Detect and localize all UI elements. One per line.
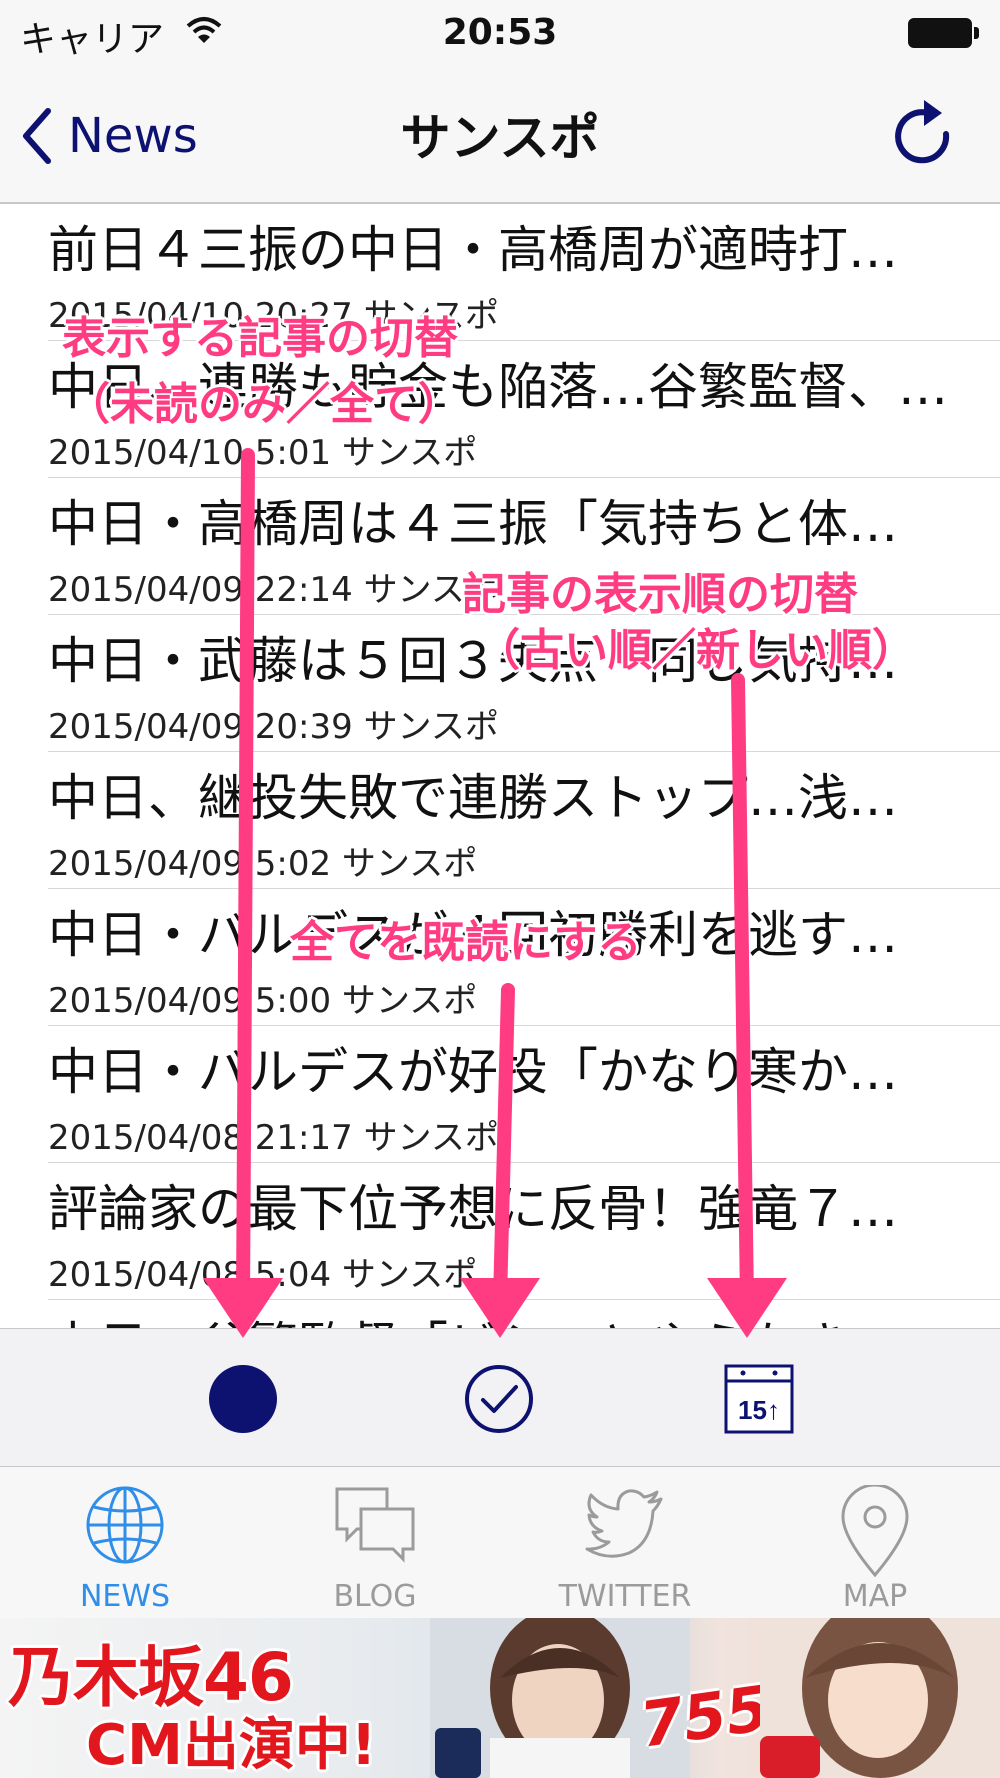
article-title: 中日・谷繁監督「ビシッとやらなき… <box>48 1316 948 1328</box>
refresh-icon <box>895 100 950 164</box>
tab-blog[interactable]: BLOG <box>250 1467 500 1619</box>
tab-label: MAP <box>842 1579 908 1614</box>
article-meta: 2015/04/10 5:01 サンスポ <box>48 433 478 473</box>
tab-label: TWITTER <box>558 1579 692 1614</box>
navigation-bar: News サンスポ <box>0 68 1000 204</box>
calendar-icon: 15↑ <box>724 1364 794 1434</box>
annotation-mark-read: 全てを既読にする <box>290 917 642 968</box>
annotation-sort-line2: （古い順／新しい順） <box>476 625 916 676</box>
tab-bar: NEWS BLOG TWITTER MAP <box>0 1466 1000 1619</box>
article-title: 中日・バルデスが好投「かなり寒か… <box>48 1043 898 1101</box>
ad-photo-person-2 <box>760 1618 1000 1778</box>
tab-news[interactable]: NEWS <box>0 1467 250 1619</box>
article-title: 中日、継投失敗で連勝ストップ…浅… <box>48 769 898 827</box>
check-circle-icon <box>465 1365 533 1433</box>
article-meta: 2015/04/09 20:39 サンスポ <box>48 707 499 747</box>
article-title: 中日・高橋周は４三振「気持ちと体… <box>48 495 898 553</box>
list-item[interactable]: 中日・谷繁監督「ビシッとやらなき… <box>48 1300 1000 1328</box>
toolbar: 15↑ <box>0 1328 1000 1467</box>
calendar-day-label: 15↑ <box>738 1395 780 1425</box>
clock: 20:53 <box>442 12 558 53</box>
article-meta: 2015/04/09 5:00 サンスポ <box>48 981 478 1021</box>
map-pin-icon <box>841 1485 909 1577</box>
chat-bubbles-icon <box>335 1487 415 1563</box>
status-bar: キャリア 20:53 <box>0 0 1000 68</box>
page-title: サンスポ <box>400 109 600 167</box>
globe-icon <box>86 1486 164 1564</box>
annotation-toggle-line1: 表示する記事の切替 <box>62 313 458 364</box>
article-title: 前日４三振の中日・高橋周が適時打… <box>48 221 898 279</box>
tab-twitter[interactable]: TWITTER <box>500 1467 750 1619</box>
list-item[interactable]: 評論家の最下位予想に反骨！強竜７… 2015/04/08 5:04 サンスポ <box>48 1163 1000 1300</box>
ad-banner[interactable]: 755 乃木坂46 CM出演中! <box>0 1618 1000 1778</box>
annotation-toggle-line2: （未読のみ／全て） <box>66 379 462 430</box>
sort-order-button[interactable]: 15↑ <box>723 1363 795 1435</box>
article-meta: 2015/04/09 5:02 サンスポ <box>48 844 478 884</box>
ad-subheadline: CM出演中! <box>86 1713 377 1778</box>
filled-circle-icon <box>209 1365 277 1433</box>
tab-label: BLOG <box>333 1579 417 1614</box>
list-item[interactable]: 中日・バルデスが好投「かなり寒か… 2015/04/08 21:17 サンスポ <box>48 1026 1000 1163</box>
article-meta: 2015/04/08 21:17 サンスポ <box>48 1118 499 1158</box>
tab-label: NEWS <box>79 1579 171 1614</box>
annotation-sort-line1: 記事の表示順の切替 <box>462 569 858 620</box>
battery-icon <box>908 18 980 48</box>
twitter-bird-icon <box>585 1489 663 1558</box>
tab-map[interactable]: MAP <box>750 1467 1000 1619</box>
article-title: 評論家の最下位予想に反骨！強竜７… <box>48 1180 898 1238</box>
article-meta: 2015/04/08 5:04 サンスポ <box>48 1255 478 1295</box>
unread-toggle-button[interactable] <box>207 1363 279 1435</box>
list-item[interactable]: 中日、継投失敗で連勝ストップ…浅… 2015/04/09 5:02 サンスポ <box>48 752 1000 889</box>
mark-all-read-button[interactable] <box>463 1363 535 1435</box>
article-meta: 2015/04/09 22:14 サンスポ <box>48 570 499 610</box>
refresh-button[interactable] <box>890 96 960 176</box>
